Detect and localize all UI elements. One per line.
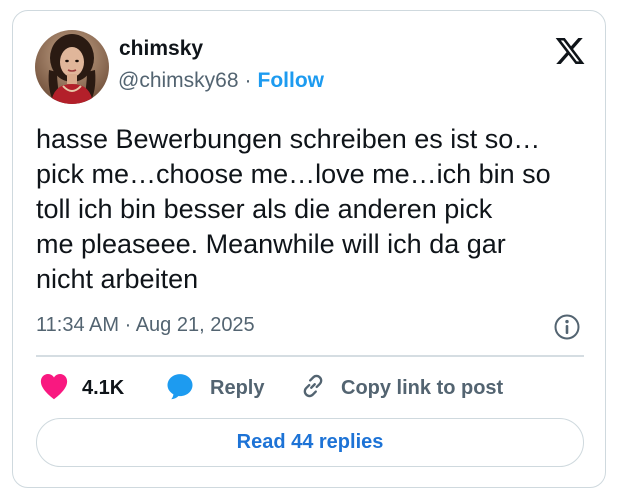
- x-logo-icon[interactable]: [553, 35, 587, 67]
- copy-link-button[interactable]: Copy link to post: [299, 371, 503, 405]
- author-handle-row: @chimsky68 · Follow: [118, 69, 324, 93]
- like-count: 4.1K: [82, 376, 125, 399]
- link-icon: [299, 372, 327, 405]
- reply-button[interactable]: Reply: [165, 371, 264, 405]
- reply-label: Reply: [210, 376, 265, 399]
- read-replies-button[interactable]: Read 44 replies: [36, 418, 584, 467]
- copy-link-label: Copy link to post: [341, 376, 504, 399]
- separator-dot: ·: [244, 69, 252, 92]
- read-replies-label: Read 44 replies: [236, 431, 384, 453]
- profile-photo: [35, 30, 109, 104]
- tweet-card: chimsky @chimsky68 · Follow hasse Bewerbun…: [12, 10, 606, 488]
- author-handle[interactable]: @chimsky68: [118, 69, 239, 92]
- like-button[interactable]: 4.1K: [39, 371, 124, 405]
- heart-icon: [39, 372, 69, 405]
- divider: [36, 355, 584, 357]
- info-icon[interactable]: [553, 313, 581, 341]
- tweet-text: hasse Bewerbungen schreiben es ist so… p…: [36, 124, 551, 294]
- author-name[interactable]: chimsky: [119, 37, 203, 61]
- tweet-timestamp[interactable]: 11:34 AM · Aug 21, 2025: [36, 314, 255, 337]
- reply-bubble-icon: [165, 371, 195, 406]
- avatar[interactable]: [35, 30, 109, 104]
- follow-button[interactable]: Follow: [258, 69, 325, 92]
